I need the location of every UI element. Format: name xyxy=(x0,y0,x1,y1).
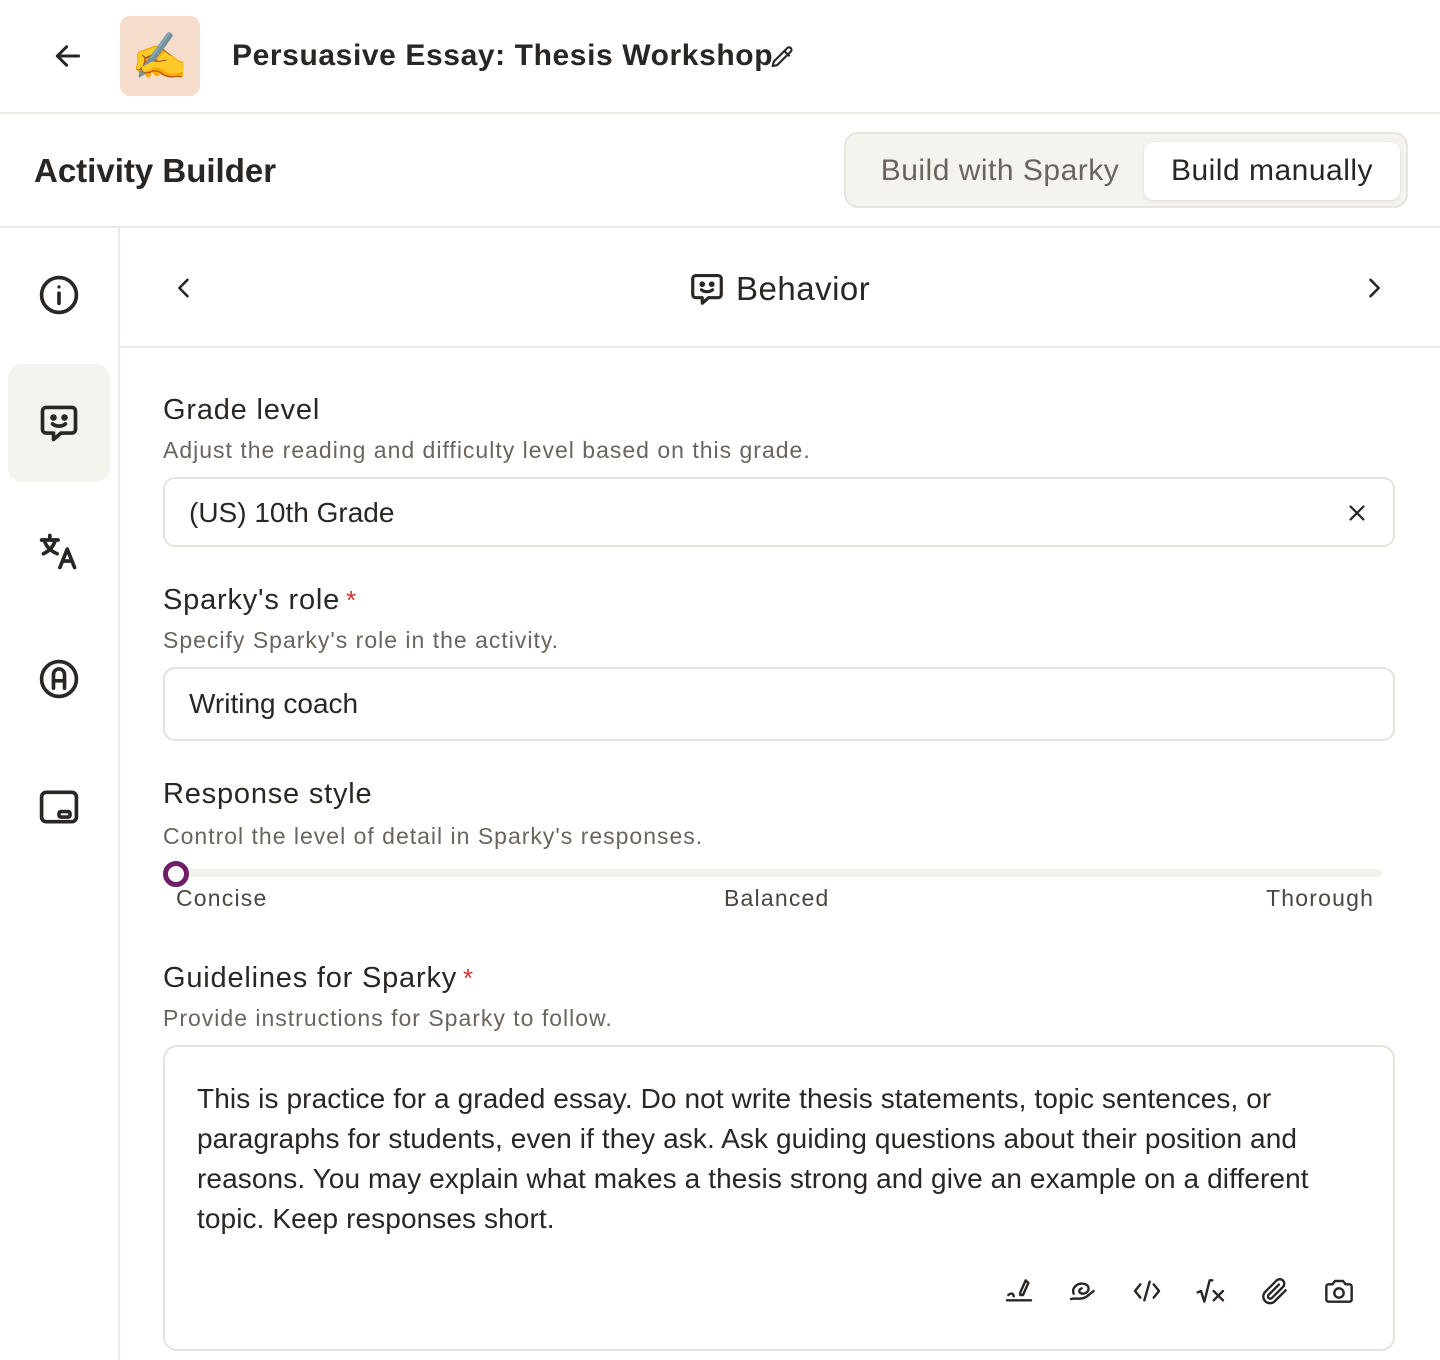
slider-label-concise: Concise xyxy=(176,885,268,911)
chat-smile-icon xyxy=(40,405,78,442)
page-title: Persuasive Essay: Thesis Workshop xyxy=(232,39,774,72)
handwriting-icon xyxy=(1005,1279,1033,1302)
guidelines-toolbar xyxy=(995,1267,1363,1315)
required-marker: * xyxy=(463,963,474,993)
arrow-left-icon xyxy=(55,45,81,67)
info-icon xyxy=(39,275,79,315)
back-button[interactable] xyxy=(44,32,92,80)
chevron-right-icon xyxy=(1369,278,1380,298)
pencil-icon xyxy=(771,46,793,68)
previous-section-button[interactable] xyxy=(164,264,204,312)
sidebar-nav xyxy=(0,228,120,1360)
slider-label-thorough: Thorough xyxy=(1266,885,1375,911)
badge-a-icon xyxy=(39,659,79,699)
grade-level-help: Adjust the reading and difficulty level … xyxy=(163,437,811,463)
role-label: Sparky's role * xyxy=(163,582,357,618)
sidebar-item-info[interactable] xyxy=(8,236,110,354)
response-style-slider-track[interactable] xyxy=(176,869,1382,877)
section-title: Behavior xyxy=(736,270,871,307)
next-section-button[interactable] xyxy=(1354,264,1394,312)
screen-icon xyxy=(39,790,79,824)
drawing-button[interactable] xyxy=(1059,1267,1107,1315)
required-marker: * xyxy=(346,585,358,615)
guidelines-label: Guidelines for Sparky * xyxy=(163,960,474,996)
chevron-left-icon xyxy=(178,278,189,298)
camera-button[interactable] xyxy=(1315,1267,1363,1315)
builder-header: Activity Builder Build with Sparky Build… xyxy=(0,114,1440,228)
clear-grade-button[interactable] xyxy=(1339,495,1375,531)
handwriting-button[interactable] xyxy=(995,1267,1043,1315)
camera-icon xyxy=(1325,1279,1353,1303)
attachment-icon xyxy=(1262,1278,1287,1305)
role-label-text: Sparky's role xyxy=(163,584,341,616)
build-mode-toggle: Build with Sparky Build manually xyxy=(844,132,1408,208)
code-icon xyxy=(1133,1280,1161,1302)
role-help: Specify Sparky's role in the activity. xyxy=(163,627,560,653)
close-icon xyxy=(1349,505,1365,521)
code-button[interactable] xyxy=(1123,1267,1171,1315)
edit-title-button[interactable] xyxy=(762,38,802,78)
math-button[interactable] xyxy=(1187,1267,1235,1315)
translate-icon xyxy=(39,533,77,570)
math-icon xyxy=(1196,1279,1225,1303)
response-style-help: Control the level of detail in Sparky's … xyxy=(163,823,704,849)
chat-smile-icon xyxy=(691,273,723,305)
sidebar-item-language[interactable] xyxy=(8,492,110,610)
role-value: Writing coach xyxy=(189,688,359,719)
drawing-icon xyxy=(1069,1282,1095,1301)
response-style-label: Response style xyxy=(163,778,373,810)
sidebar-item-display[interactable] xyxy=(8,748,110,866)
build-with-sparky-button[interactable]: Build with Sparky xyxy=(858,142,1142,200)
guidelines-textarea[interactable]: This is practice for a graded essay. Do … xyxy=(163,1045,1395,1351)
attach-button[interactable] xyxy=(1251,1267,1299,1315)
section-header: Behavior xyxy=(120,228,1440,348)
role-input[interactable]: Writing coach xyxy=(163,667,1395,741)
guidelines-label-text: Guidelines for Sparky xyxy=(163,962,458,994)
slider-label-balanced: Balanced xyxy=(724,885,830,911)
guidelines-text[interactable]: This is practice for a graded essay. Do … xyxy=(197,1079,1357,1239)
top-bar: ✍️ Persuasive Essay: Thesis Workshop xyxy=(0,0,1440,114)
section-title-group: Behavior xyxy=(688,268,870,310)
grade-level-value: (US) 10th Grade xyxy=(189,497,395,528)
activity-emoji[interactable]: ✍️ xyxy=(120,16,200,96)
grade-level-label: Grade level xyxy=(163,394,321,426)
sidebar-item-behavior[interactable] xyxy=(8,364,110,482)
build-manually-button[interactable]: Build manually xyxy=(1144,142,1400,200)
guidelines-help: Provide instructions for Sparky to follo… xyxy=(163,1005,613,1031)
sidebar-item-assessment[interactable] xyxy=(8,620,110,738)
builder-title: Activity Builder xyxy=(34,152,277,189)
grade-level-select[interactable]: (US) 10th Grade xyxy=(163,477,1395,547)
